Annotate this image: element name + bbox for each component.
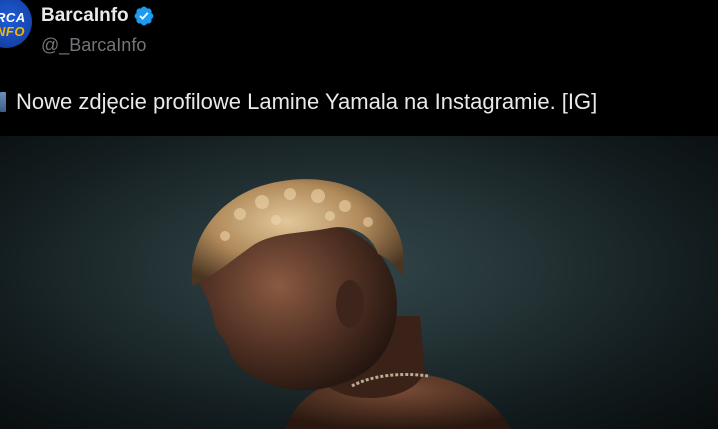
photo-ear [336, 280, 364, 328]
photo-emoji-icon [0, 92, 6, 112]
avatar-logo-text: NFO [0, 24, 25, 39]
display-name[interactable]: BarcaInfo [41, 5, 129, 27]
tweet-text: Nowe zdjęcie profilowe Lamine Yamala na … [16, 89, 598, 114]
account-handle[interactable]: @_BarcaInfo [41, 35, 146, 56]
verified-badge-icon[interactable] [133, 5, 155, 27]
tweet-media-photo[interactable] [0, 136, 718, 429]
tweet-body: Nowe zdjęcie profilowe Lamine Yamala na … [0, 86, 597, 118]
avatar[interactable]: RCA NFO [0, 0, 32, 48]
account-name-row: BarcaInfo [41, 2, 155, 30]
tweet-card: RCA NFO BarcaInfo @_BarcaInfo Nowe zdjęc… [0, 0, 718, 429]
avatar-logo-text: RCA [0, 10, 26, 25]
